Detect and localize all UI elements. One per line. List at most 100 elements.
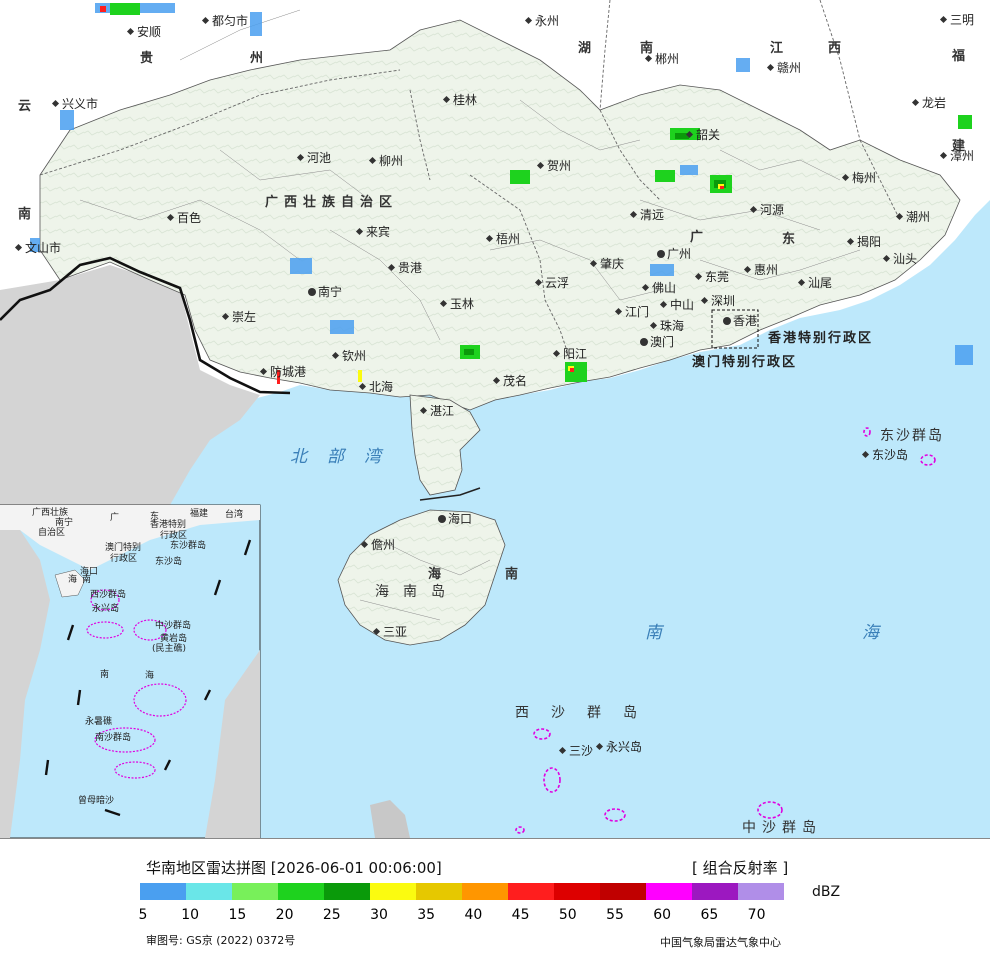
city-name-9: 韶关 (696, 127, 720, 142)
unit-label: dBZ (812, 884, 841, 900)
prov-label-guangxi: 广西壮族自治区 (265, 194, 398, 210)
inset-label-25: 曾母暗沙 (78, 794, 114, 806)
city-name-27: 东莞 (705, 270, 729, 284)
prov-label-yun-nan: 南 (18, 206, 37, 222)
city-name-46: 湛江 (430, 404, 454, 418)
inset-label-12: 东沙岛 (155, 555, 182, 567)
scale-swatch-10 (600, 883, 646, 900)
city-name-51: 三沙 (569, 744, 593, 758)
scale-swatch-3 (278, 883, 324, 900)
scale-tick-5: 30 (370, 907, 388, 923)
city-marker-29 (308, 288, 316, 296)
inset-label-19: 黄岩岛 (160, 632, 187, 644)
inset-label-20: (民主礁) (152, 642, 186, 654)
city-name-3: 郴州 (655, 52, 679, 66)
city-name-1: 都匀市 (212, 13, 248, 28)
inset-label-11: 东沙群岛 (170, 539, 206, 551)
city-name-5: 三明 (950, 13, 974, 27)
sea-label-dongsha: 东沙群岛 (880, 428, 944, 444)
city-name-17: 河源 (760, 203, 784, 217)
scale-tick-3: 20 (275, 907, 294, 923)
inset-label-2: 南宁 (55, 516, 73, 528)
city-name-43: 阳江 (563, 347, 587, 361)
prov-label-guang: 广 (690, 229, 709, 245)
city-name-28: 惠州 (754, 263, 778, 277)
scale-tick-8: 45 (511, 907, 530, 923)
prov-label-yun: 云 (18, 99, 37, 114)
city-name-14: 漳州 (950, 148, 974, 163)
hk-sar-label: 香港特别行政区 (767, 330, 873, 346)
city-name-35: 江门 (625, 304, 649, 319)
city-name-18: 潮州 (906, 209, 930, 224)
city-name-24: 汕头 (893, 252, 917, 266)
city-name-34: 玉林 (450, 297, 474, 311)
scale-swatch-12 (692, 883, 738, 900)
prov-label-fu: 福 (951, 48, 971, 64)
inset-label-0: 广西壮族 (32, 506, 68, 518)
prov-label-xi: 西 (828, 41, 847, 56)
city-name-22: 揭阳 (857, 234, 881, 249)
scale-swatch-1 (186, 883, 232, 900)
sea-label-beibu: 北部湾 (290, 447, 401, 467)
inset-map: 广西壮族自治区南宁广东福建 台湾香港特别行政区澳门特别行政区东沙群岛东沙岛海口海南… (0, 504, 261, 838)
scale-tick-2: 15 (228, 907, 247, 923)
city-name-29: 南宁 (318, 284, 342, 299)
inset-label-6: 台湾 (225, 508, 243, 520)
city-name-37: 深圳 (711, 294, 735, 308)
city-name-13: 梅州 (852, 170, 876, 185)
sea-label-zhongsha: 中沙群岛 (742, 820, 822, 836)
scale-tick-13: 70 (747, 907, 766, 923)
inset-label-21: 南 (100, 668, 109, 680)
city-name-15: 百色 (177, 211, 201, 225)
city-name-48: 儋州 (371, 538, 395, 552)
scale-tick-7: 40 (464, 907, 483, 923)
radar-title: 华南地区雷达拼图 [2026-06-01 00:06:00] (146, 859, 442, 877)
macau-sar-label: 澳门特别行政区 (692, 354, 797, 370)
city-name-32: 汕尾 (808, 276, 832, 290)
city-name-36: 中山 (670, 297, 694, 312)
sea-label-xisha: 西沙群岛 (515, 705, 659, 721)
credit-label: 中国气象局雷达气象中心 (660, 936, 781, 949)
inset-label-3: 广 (110, 511, 119, 523)
city-marker-21 (657, 250, 665, 258)
review-number: 审图号: GS京 (2022) 0372号 (146, 934, 296, 947)
prov-label-jiang: 江 (770, 40, 789, 56)
city-name-30: 云浮 (545, 276, 569, 290)
product-label: [ 组合反射率 ] (692, 859, 789, 877)
city-marker-38 (723, 317, 731, 325)
scale-tick-4: 25 (322, 907, 341, 923)
scale-swatch-2 (232, 883, 278, 900)
city-marker-47 (438, 515, 446, 523)
city-name-44: 北海 (369, 379, 393, 394)
scale-tick-6: 35 (417, 907, 436, 923)
inset-label-16: 西沙群岛 (90, 588, 126, 600)
city-name-8: 龙岩 (922, 95, 946, 110)
inset-label-18: 中沙群岛 (155, 619, 191, 631)
city-name-12: 贺州 (547, 159, 571, 173)
scale-tick-0: 5 (138, 907, 148, 923)
scale-swatch-0 (140, 883, 186, 900)
prov-label-hai: 海 (428, 566, 447, 582)
map-canvas: 贵 州 湖 南 江 西 福 建 云 南 广西壮族自治区 广 东 海 南 安顺都匀… (0, 0, 990, 838)
city-name-20: 梧州 (496, 231, 520, 246)
scale-tick-1: 10 (181, 907, 200, 923)
city-name-39: 珠海 (660, 318, 684, 333)
prov-label-hainan-nan: 南 (505, 566, 524, 582)
city-name-41: 钦州 (342, 349, 366, 363)
scale-swatch-4 (324, 883, 370, 900)
scale-tick-12: 65 (700, 907, 719, 923)
prov-label-hu: 湖 (578, 41, 597, 56)
city-name-52: 永兴岛 (606, 739, 642, 754)
city-name-26: 肇庆 (600, 256, 624, 271)
city-name-21: 广州 (667, 247, 691, 261)
sea-label-nanhai: 南海 (645, 623, 990, 643)
inset-label-7: 香港特别 (150, 518, 186, 530)
scale-swatch-9 (554, 883, 600, 900)
city-name-11: 柳州 (379, 154, 403, 168)
city-name-25: 贵港 (398, 261, 422, 275)
legend-footer: 华南地区雷达拼图 [2026-06-01 00:06:00] [ 组合反射率 ]… (0, 838, 990, 960)
scale-swatch-5 (370, 883, 416, 900)
scale-swatch-8 (508, 883, 554, 900)
city-name-23: 文山市 (25, 240, 61, 255)
city-name-16: 清远 (640, 208, 664, 222)
